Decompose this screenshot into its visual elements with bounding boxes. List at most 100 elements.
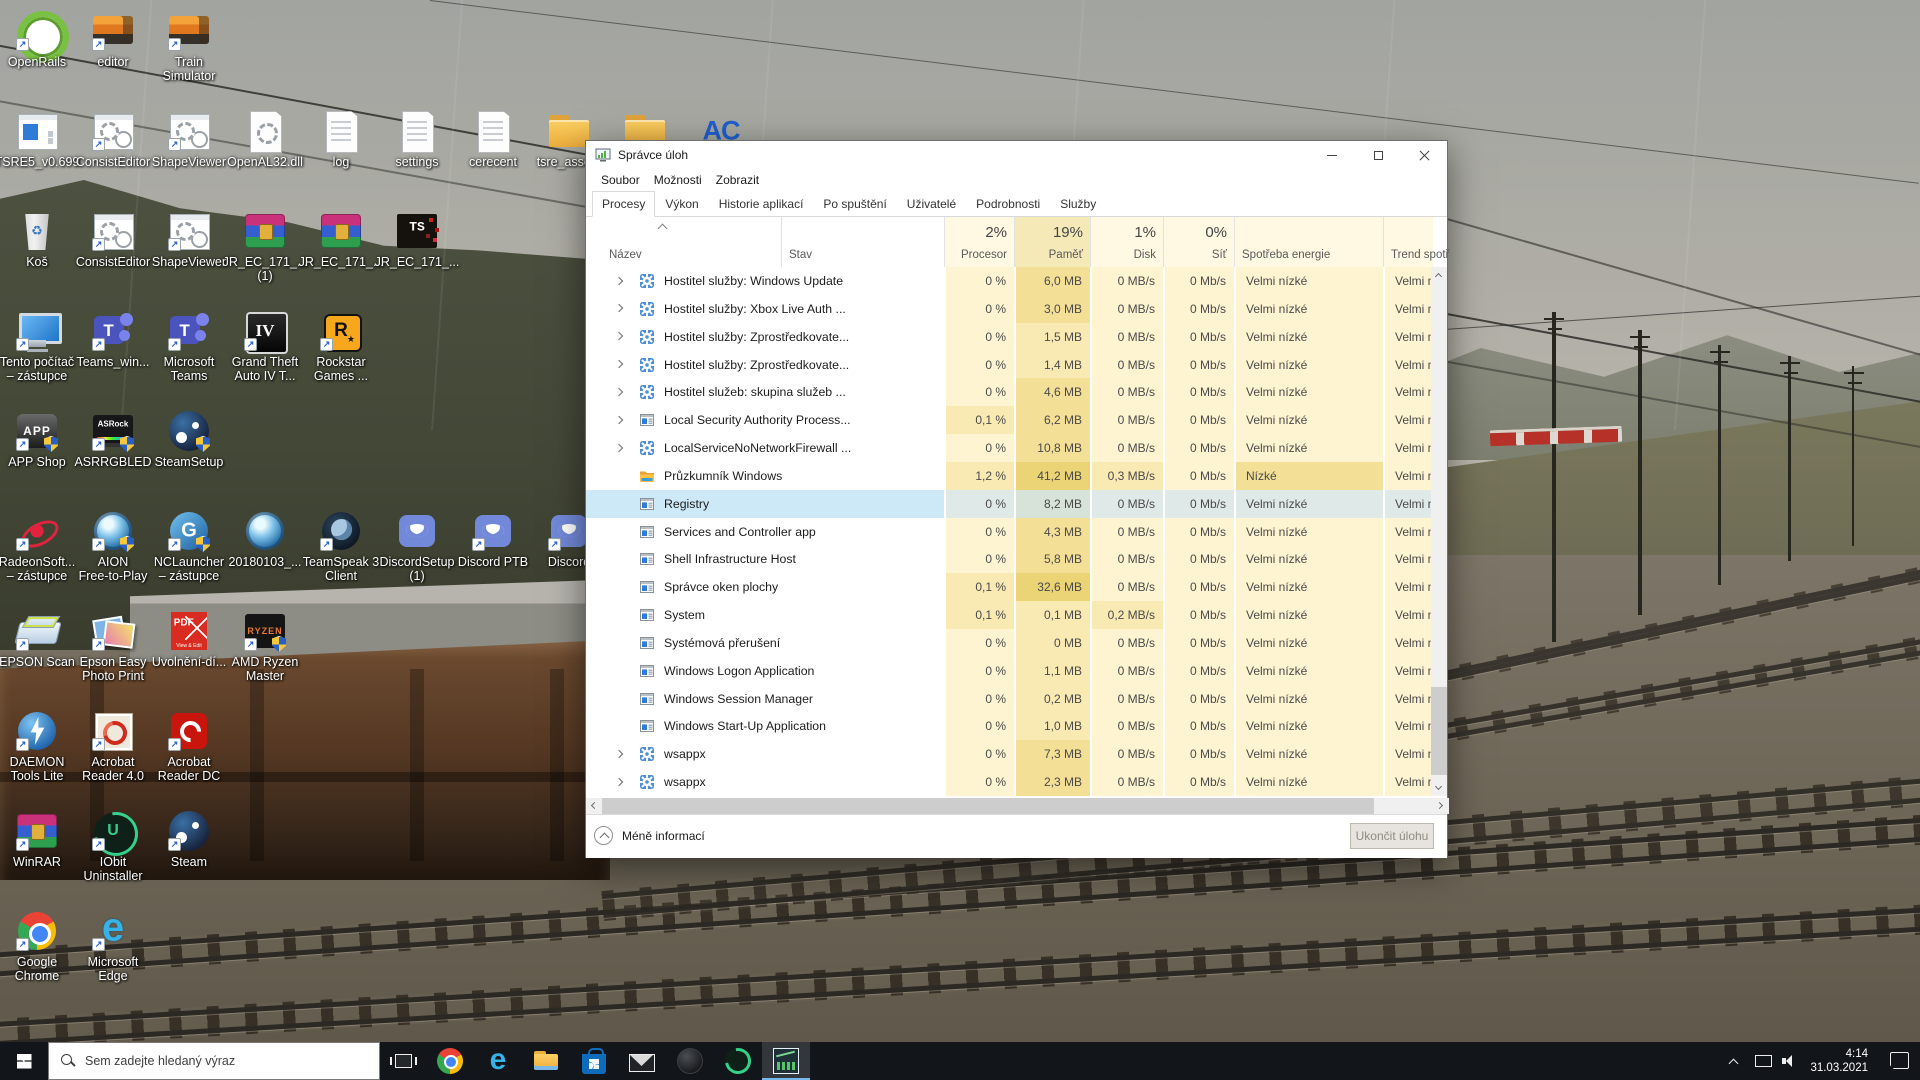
tab-podrobnosti[interactable]: Podrobnosti [966,191,1050,217]
vertical-scrollbar[interactable] [1431,267,1447,796]
tray-expand-chevron[interactable] [1724,1051,1744,1071]
process-row[interactable]: Hostitel služby: Windows Update0 %6,0 MB… [586,267,1433,295]
desktop-icon-google[interactable]: ↗Google Chrome [0,910,74,952]
close-button[interactable] [1401,141,1447,169]
scroll-down-arrow[interactable] [1431,780,1447,796]
process-row[interactable]: wsappx0 %7,3 MB0 MB/s0 Mb/sVelmi nízkéVe… [586,740,1433,768]
titlebar[interactable]: Správce úloh [586,141,1447,169]
expand-chevron-icon[interactable] [616,278,623,285]
desktop-icon-shapeviewer[interactable]: ↗ShapeViewer [152,210,226,252]
process-row[interactable]: Registry0 %8,2 MB0 MB/s0 Mb/sVelmi nízké… [586,490,1433,518]
desktop-icon-rockstar[interactable]: R↗Rockstar Games ... [304,310,378,352]
desktop-icon-uvoln-n-d-[interactable]: PDFView & EditUvolnění-dí... [152,610,226,652]
column-header-memory[interactable]: 19% Paměť [1014,217,1090,267]
taskbar-app-explorer[interactable] [522,1042,570,1080]
desktop-icon-cerecent[interactable]: cerecent [456,110,530,152]
desktop-icon-shapeviewer[interactable]: ↗ShapeViewer [152,110,226,152]
desktop-icon-editor[interactable]: ↗editor [76,10,150,52]
tab-procesy[interactable]: Procesy [592,191,655,217]
column-header-network[interactable]: 0% Síť [1163,217,1234,267]
desktop-icon-steam[interactable]: ↗Steam [152,810,226,852]
desktop-icon-openal32-dll[interactable]: OpenAL32.dll [228,110,302,152]
process-row[interactable]: Hostitel služby: Xbox Live Auth ...0 %3,… [586,295,1433,323]
taskbar-app-taskmgr[interactable] [762,1042,810,1080]
column-header-cpu[interactable]: 2% Procesor [944,217,1014,267]
taskbar-app-store[interactable] [570,1042,618,1080]
process-row[interactable]: Shell Infrastructure Host0 %5,8 MB0 MB/s… [586,545,1433,573]
desktop-icon-train[interactable]: ↗Train Simulator [152,10,226,52]
desktop-icon-log[interactable]: log [304,110,378,152]
expand-chevron-icon[interactable] [616,779,623,786]
process-row[interactable]: Windows Start-Up Application0 %1,0 MB0 M… [586,712,1433,740]
vertical-scroll-thumb[interactable] [1431,687,1447,775]
expand-chevron-icon[interactable] [616,333,623,340]
expand-chevron-icon[interactable] [616,445,623,452]
desktop-icon-jr-ec-171-[interactable]: TSJR_EC_171_... [380,210,454,252]
horizontal-scroll-thumb[interactable] [602,798,1374,814]
desktop-icon-daemon[interactable]: ↗DAEMON Tools Lite [0,710,74,752]
process-row[interactable]: Hostitel služby: Zprostředkovate...0 %1,… [586,351,1433,379]
desktop-icon-amd-ryzen[interactable]: RYZEN↗AMD Ryzen Master [228,610,302,652]
column-header-power-trend[interactable]: Trend spotř [1383,217,1433,267]
desktop-icon-steamsetup[interactable]: SteamSetup [152,410,226,452]
desktop-icon-settings[interactable]: settings [380,110,454,152]
task-view-button[interactable] [380,1042,426,1080]
desktop-icon-tsre5-v0-699[interactable]: TSRE5_v0.699 [0,110,74,152]
end-task-button[interactable]: Ukončit úlohu [1350,823,1434,849]
menu-soubor[interactable]: Soubor [594,170,647,190]
expand-chevron-icon[interactable] [616,417,623,424]
desktop-icon-microsoft[interactable]: T↗Microsoft Teams [152,310,226,352]
process-row[interactable]: Hostitel služby: Zprostředkovate...0 %1,… [586,323,1433,351]
desktop-icon-discord-ptb[interactable]: ↗Discord PTB [456,510,530,552]
desktop-icon-consisteditor[interactable]: ↗ConsistEditor [76,110,150,152]
desktop-icon-microsoft[interactable]: e↗Microsoft Edge [76,910,150,952]
desktop-icon-20180103-[interactable]: 20180103_... [228,510,302,552]
process-row[interactable]: LocalServiceNoNetworkFirewall ...0 %10,8… [586,434,1433,462]
desktop-icon-teams-win-[interactable]: T↗Teams_win... [76,310,150,352]
taskbar-app-iobit[interactable] [714,1042,762,1080]
desktop-icon-radeonsoft-[interactable]: ↗RadeonSoft... – zástupce [0,510,74,552]
process-row[interactable]: Local Security Authority Process...0,1 %… [586,406,1433,434]
desktop-icon-iobit[interactable]: ↗IObit Uninstaller [76,810,150,852]
tray-display-icon[interactable] [1753,1051,1773,1071]
desktop-icon-consisteditor[interactable]: ↗ConsistEditor [76,210,150,252]
taskbar-app-dark[interactable] [666,1042,714,1080]
column-header-power[interactable]: Spotřeba energie [1234,217,1383,267]
desktop-icon-winrar[interactable]: ↗WinRAR [0,810,74,852]
desktop-icon-app-shop[interactable]: APP↗APP Shop [0,410,74,452]
expand-chevron-icon[interactable] [616,751,623,758]
column-header-disk[interactable]: 1% Disk [1090,217,1163,267]
less-info-toggle[interactable]: Méně informací [594,826,705,845]
minimize-button[interactable] [1309,141,1355,169]
column-header-status[interactable]: Stav [781,217,944,267]
process-row[interactable]: Správce oken plochy0,1 %32,6 MB0 MB/s0 M… [586,573,1433,601]
horizontal-scrollbar[interactable] [586,798,1449,814]
start-button[interactable] [0,1042,48,1080]
desktop-icon-jr-ec-171-[interactable]: JR_EC_171_... [304,210,378,252]
desktop-icon-acrobat[interactable]: ↗Acrobat Reader DC [152,710,226,752]
tab-výkon[interactable]: Výkon [655,191,708,217]
desktop-icon-acrobat[interactable]: ↗Acrobat Reader 4.0 [76,710,150,752]
scroll-right-arrow[interactable] [1433,798,1449,814]
process-row[interactable]: Hostitel služeb: skupina služeb ...0 %4,… [586,378,1433,406]
desktop-icon-tento-po-ta-[interactable]: ↗Tento počítač – zástupce [0,310,74,352]
expand-chevron-icon[interactable] [616,305,623,312]
process-row[interactable]: Windows Logon Application0 %1,1 MB0 MB/s… [586,657,1433,685]
desktop-icon-grand-theft[interactable]: IV↗Grand Theft Auto IV T... [228,310,302,352]
desktop-icon-openrails[interactable]: ↗OpenRails [0,10,74,52]
desktop-icon-discordsetup[interactable]: DiscordSetup (1) [380,510,454,552]
maximize-button[interactable] [1355,141,1401,169]
process-row[interactable]: Průzkumník Windows1,2 %41,2 MB0,3 MB/s0 … [586,462,1433,490]
tray-volume-icon[interactable] [1779,1051,1799,1071]
action-center-button[interactable] [1880,1042,1920,1080]
desktop-icon-aion[interactable]: ↗AION Free-to-Play [76,510,150,552]
desktop-icon-ko-[interactable]: Koš [0,210,74,252]
scroll-up-arrow[interactable] [1431,267,1447,283]
desktop-icon-epson-scan[interactable]: ↗EPSON Scan [0,610,74,652]
menu-možnosti[interactable]: Možnosti [647,170,709,190]
tab-služby[interactable]: Služby [1050,191,1106,217]
menu-zobrazit[interactable]: Zobrazit [709,170,766,190]
process-row[interactable]: Systémová přerušení0 %0 MB0 MB/s0 Mb/sVe… [586,629,1433,657]
process-row[interactable]: Services and Controller app0 %4,3 MB0 MB… [586,518,1433,546]
desktop-icon-teamspeak-3[interactable]: ↗TeamSpeak 3 Client [304,510,378,552]
